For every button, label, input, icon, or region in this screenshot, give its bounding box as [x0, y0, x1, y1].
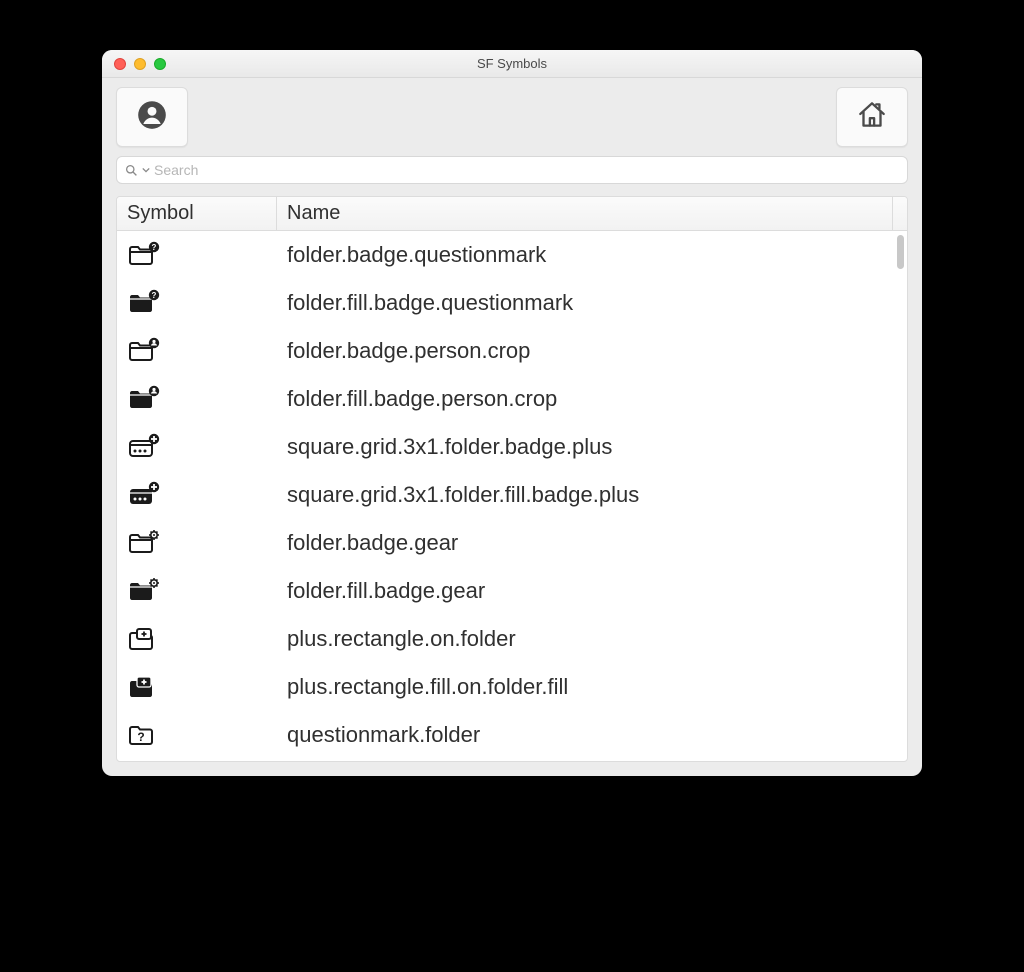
table-row[interactable]: folder.badge.gear [117, 519, 907, 567]
folder-fill-badge-person-icon [127, 385, 161, 413]
symbol-cell [117, 673, 277, 701]
home-button[interactable] [836, 87, 908, 147]
name-cell: plus.rectangle.fill.on.folder.fill [277, 674, 907, 700]
name-cell: folder.fill.badge.questionmark [277, 290, 907, 316]
name-cell: folder.badge.gear [277, 530, 907, 556]
scrollbar-thumb[interactable] [897, 235, 904, 269]
name-cell: square.grid.3x1.folder.badge.plus [277, 434, 907, 460]
search-field[interactable] [116, 156, 908, 184]
table-row[interactable]: folder.fill.badge.questionmark [117, 279, 907, 327]
folder-badge-gear-icon [127, 529, 161, 557]
plus-rectangle-on-folder-icon [127, 625, 161, 653]
profile-button[interactable] [116, 87, 188, 147]
house-icon [855, 98, 889, 137]
titlebar: SF Symbols [102, 50, 922, 78]
symbols-table: Symbol Name folder.badge.questionmarkfol… [116, 196, 908, 762]
chevron-down-icon[interactable] [142, 166, 150, 174]
table-row[interactable]: folder.fill.badge.gear [117, 567, 907, 615]
symbol-cell [117, 481, 277, 509]
table-row[interactable]: plus.rectangle.on.folder [117, 615, 907, 663]
folder-badge-questionmark-icon [127, 241, 161, 269]
square-grid-folder-fill-badge-plus-icon [127, 481, 161, 509]
table-body[interactable]: folder.badge.questionmark folder.fill.bad… [117, 231, 907, 761]
folder-fill-badge-questionmark-icon [127, 289, 161, 317]
symbol-cell [117, 721, 277, 749]
table-row[interactable]: square.grid.3x1.folder.fill.badge.plus [117, 471, 907, 519]
plus-rectangle-fill-on-folder-fill-icon [127, 673, 161, 701]
app-window: SF Symbols [102, 50, 922, 776]
search-input[interactable] [154, 162, 899, 178]
name-cell: questionmark.folder [277, 722, 907, 748]
column-header-symbol[interactable]: Symbol [117, 197, 277, 230]
name-cell: plus.rectangle.on.folder [277, 626, 907, 652]
symbol-cell [117, 433, 277, 461]
close-window-button[interactable] [114, 58, 126, 70]
table-row[interactable]: folder.badge.person.crop [117, 327, 907, 375]
symbol-cell [117, 289, 277, 317]
symbol-cell [117, 337, 277, 365]
name-cell: folder.fill.badge.person.crop [277, 386, 907, 412]
name-cell: square.grid.3x1.folder.fill.badge.plus [277, 482, 907, 508]
table-row[interactable]: questionmark.folder [117, 711, 907, 759]
symbol-cell [117, 577, 277, 605]
search-icon [125, 164, 138, 177]
name-cell: folder.fill.badge.gear [277, 578, 907, 604]
table-row[interactable]: folder.badge.questionmark [117, 231, 907, 279]
window-title: SF Symbols [102, 56, 922, 71]
symbol-cell [117, 625, 277, 653]
table-row[interactable]: square.grid.3x1.folder.badge.plus [117, 423, 907, 471]
toolbar [102, 78, 922, 156]
folder-badge-person-icon [127, 337, 161, 365]
square-grid-folder-badge-plus-icon [127, 433, 161, 461]
symbol-cell [117, 241, 277, 269]
table-row[interactable]: plus.rectangle.fill.on.folder.fill [117, 663, 907, 711]
symbol-cell [117, 385, 277, 413]
zoom-window-button[interactable] [154, 58, 166, 70]
questionmark-folder-icon [127, 721, 161, 749]
person-circle-icon [135, 98, 169, 137]
symbol-cell [117, 529, 277, 557]
table-row[interactable]: folder.fill.badge.person.crop [117, 375, 907, 423]
folder-fill-badge-gear-icon [127, 577, 161, 605]
column-header-name[interactable]: Name [277, 197, 893, 230]
name-cell: folder.badge.questionmark [277, 242, 907, 268]
table-header: Symbol Name [117, 197, 907, 231]
name-cell: folder.badge.person.crop [277, 338, 907, 364]
minimize-window-button[interactable] [134, 58, 146, 70]
window-controls [102, 58, 166, 70]
